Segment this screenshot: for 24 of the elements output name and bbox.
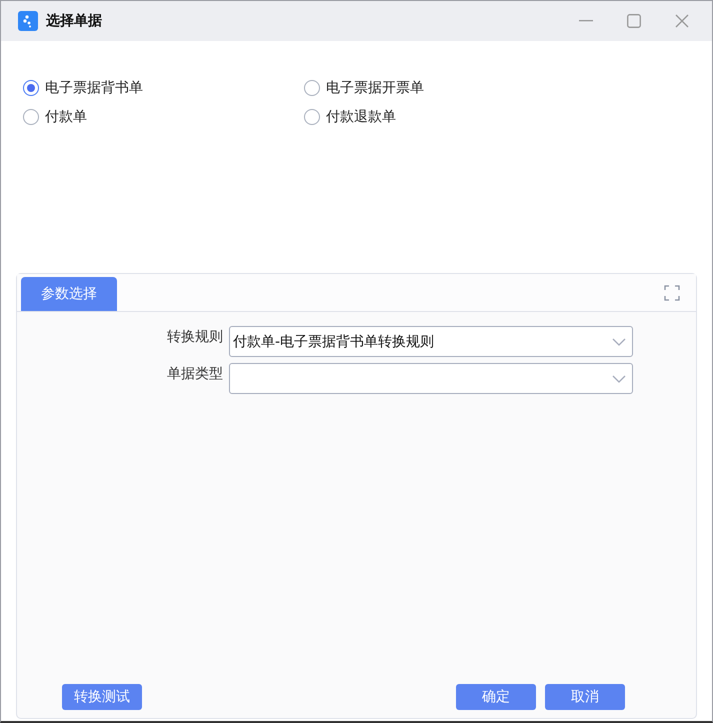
radio-option[interactable]: 电子票据背书单 xyxy=(23,79,304,97)
app-icon xyxy=(18,11,38,31)
dropdown-field[interactable]: 付款单-电子票据背书单转换规则 xyxy=(229,326,633,357)
test-button[interactable]: 转换测试 xyxy=(62,684,142,710)
radio-icon[interactable] xyxy=(304,80,320,96)
radio-option[interactable]: 付款单 xyxy=(23,108,304,126)
radio-icon[interactable] xyxy=(23,80,39,96)
field-label: 转换规则 xyxy=(166,328,223,346)
radio-icon[interactable] xyxy=(23,109,39,125)
radio-option[interactable]: 电子票据开票单 xyxy=(304,79,712,97)
confirm-button[interactable]: 确定 xyxy=(456,684,536,710)
radio-option[interactable]: 付款退款单 xyxy=(304,108,712,126)
caret-icon xyxy=(612,338,626,346)
caret-icon xyxy=(612,374,626,382)
maximize-icon[interactable] xyxy=(627,14,641,28)
window-title: 选择单据 xyxy=(46,12,103,30)
cancel-button[interactable]: 取消 xyxy=(545,684,625,710)
minimize-icon[interactable] xyxy=(579,20,593,22)
fullscreen-icon[interactable] xyxy=(664,284,680,300)
radio-icon[interactable] xyxy=(304,109,320,125)
close-icon[interactable] xyxy=(675,14,689,28)
panel-tab[interactable]: 参数选择 xyxy=(21,277,117,311)
field-label: 单据类型 xyxy=(166,365,223,383)
dropdown-field[interactable] xyxy=(229,363,633,394)
